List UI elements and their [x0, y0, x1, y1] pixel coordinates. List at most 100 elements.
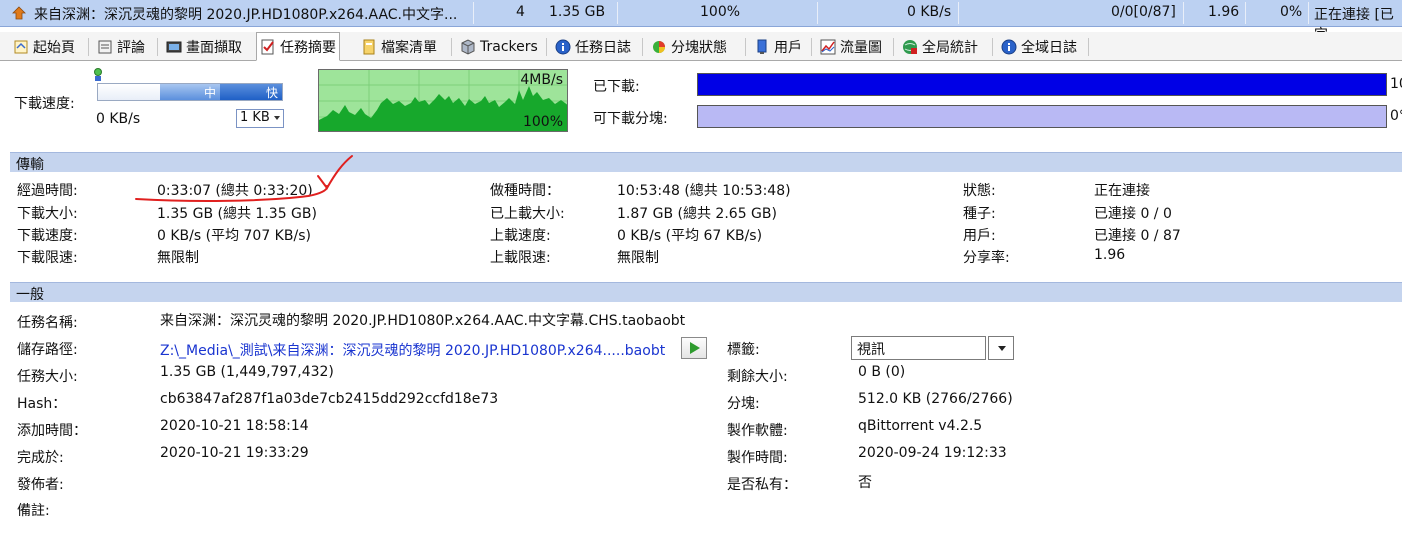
tab-label: 起始頁: [33, 40, 75, 56]
pieces-value: 512.0 KB (2766/2766): [858, 391, 1013, 407]
status-label: 狀態:: [963, 183, 996, 199]
traffic-chart-icon: [820, 39, 836, 55]
torrent-number: 4: [516, 4, 525, 20]
torrent-ratio: 1.96: [1208, 4, 1240, 20]
download-rate-label: 下載速度:: [17, 228, 78, 244]
speed-slider[interactable]: 中 快: [97, 83, 283, 101]
pieces-label: 分塊:: [727, 396, 760, 412]
upload-limit-value: 無限制: [617, 250, 659, 266]
seeds-label: 種子:: [963, 206, 996, 222]
save-path-link[interactable]: Z:\_Media\_測試\来自深渊：深沉灵魂的黎明 2020.JP.HD108…: [160, 340, 665, 360]
torrent-up-arrow-icon: [11, 5, 27, 25]
tab-global-log[interactable]: 全域日誌: [998, 35, 1080, 59]
download-speed-graph: 4MB/s 100%: [318, 69, 568, 132]
tag-value: 視訊: [857, 342, 885, 358]
task-size-label: 任務大小:: [17, 369, 78, 385]
slider-fast-label: 快: [266, 86, 279, 100]
status-value: 正在連接: [1094, 183, 1150, 199]
download-speed-label: 下載速度:: [14, 96, 75, 112]
peers-label: 用戶:: [963, 228, 996, 244]
upload-limit-label: 上載限速:: [490, 250, 551, 266]
tab-label: 全域日誌: [1021, 40, 1077, 56]
downloaded-progress-bar: [697, 73, 1387, 96]
tab-trackers[interactable]: Trackers: [457, 35, 541, 59]
tab-global-stats[interactable]: 全局統計: [899, 35, 981, 59]
tag-label: 標籤:: [727, 342, 760, 358]
remaining-size-label: 剩餘大小:: [727, 369, 788, 385]
trackers-icon: [460, 39, 476, 55]
publisher-label: 發佈者:: [17, 477, 64, 493]
tab-label: 任務摘要: [280, 39, 336, 56]
tab-file-list[interactable]: 檔案清單: [358, 35, 440, 59]
home-page-icon: [13, 39, 29, 55]
tab-task-summary[interactable]: 任務摘要: [256, 32, 340, 61]
upload-rate-label: 上載速度:: [490, 228, 551, 244]
comments-icon: [97, 39, 113, 55]
tab-start-page[interactable]: 起始頁: [10, 35, 78, 59]
torrent-size: 1.35 GB: [549, 4, 606, 20]
available-pieces-value: 0°: [1390, 108, 1402, 124]
tab-label: 檔案清單: [381, 40, 437, 56]
share-ratio-label: 分享率:: [963, 250, 1010, 266]
peers-icon: [754, 39, 770, 55]
private-label: 是否私有：: [727, 477, 797, 493]
task-name-label: 任務名稱:: [17, 315, 78, 331]
speed-limit-select[interactable]: 1 KB: [236, 109, 284, 128]
tab-label: 用戶: [774, 40, 802, 56]
hash-label: Hash：: [17, 396, 67, 412]
seeds-value: 已連接 0 / 0: [1094, 206, 1172, 222]
screenshot-icon: [166, 39, 182, 55]
global-stats-icon: [902, 39, 918, 55]
created-time-value: 2020-09-24 19:12:33: [858, 445, 1007, 461]
completed-time-value: 2020-10-21 19:33:29: [160, 445, 309, 461]
task-log-icon: [555, 39, 571, 55]
open-folder-button[interactable]: [681, 337, 707, 359]
chevron-down-icon: [274, 116, 280, 120]
general-section-header: 一般: [10, 282, 1402, 303]
torrent-speed: 0 KB/s: [907, 4, 952, 20]
task-size-value: 1.35 GB (1,449,797,432): [160, 364, 334, 380]
elapsed-time-label: 經過時間:: [17, 183, 78, 199]
available-pieces-bar: [697, 105, 1387, 128]
download-speed-value: 0 KB/s: [96, 111, 141, 127]
notes-label: 備註:: [17, 503, 50, 519]
tab-screenshot[interactable]: 畫面擷取: [163, 35, 245, 59]
red-checkmark-annotation: [135, 155, 353, 202]
added-time-value: 2020-10-21 18:58:14: [160, 418, 309, 434]
tab-comments[interactable]: 評論: [94, 35, 148, 59]
task-name-value: 来自深渊：深沉灵魂的黎明 2020.JP.HD1080P.x264.AAC.中文…: [160, 313, 686, 329]
torrent-peers: 0/0[0/87]: [1111, 4, 1176, 20]
remaining-size-value: 0 B (0): [858, 364, 906, 380]
share-ratio-value: 1.96: [1094, 247, 1126, 263]
upload-rate-value: 0 KB/s (平均 67 KB/s): [617, 228, 763, 244]
tag-dropdown[interactable]: 視訊: [851, 336, 986, 360]
created-time-label: 製作時間:: [727, 450, 788, 466]
completed-time-label: 完成於:: [17, 450, 64, 466]
tag-dropdown-button[interactable]: [988, 336, 1014, 360]
uploaded-size-value: 1.87 GB (總共 2.65 GB): [617, 206, 777, 222]
downloaded-label: 已下載:: [593, 79, 640, 95]
file-list-icon: [361, 39, 377, 55]
tab-label: 畫面擷取: [186, 40, 242, 56]
torrent-percent: 0%: [1280, 4, 1303, 20]
detail-tab-bar: 起始頁 評論 畫面擷取 任務摘要 檔案清單 Trackers 任務日誌 分塊狀態…: [0, 32, 1402, 61]
created-by-label: 製作軟體:: [727, 423, 788, 439]
graph-percent-label: 100%: [522, 114, 563, 130]
tab-label: 分塊狀態: [671, 40, 727, 56]
download-rate-value: 0 KB/s (平均 707 KB/s): [157, 228, 311, 244]
tab-peers[interactable]: 用戶: [751, 35, 805, 59]
peers-value: 已連接 0 / 87: [1094, 228, 1181, 244]
chevron-down-icon: [998, 346, 1006, 351]
tab-piece-status[interactable]: 分塊狀態: [648, 35, 730, 59]
downloaded-percent-value: 10: [1390, 76, 1402, 92]
save-path-label: 儲存路徑:: [17, 342, 78, 358]
created-by-value: qBittorrent v4.2.5: [858, 418, 983, 434]
tab-traffic-chart[interactable]: 流量圖: [817, 35, 885, 59]
available-pieces-label: 可下載分塊:: [593, 111, 668, 127]
seeding-time-label: 做種時間：: [490, 183, 560, 199]
seeding-time-value: 10:53:48 (總共 10:53:48): [617, 183, 791, 199]
torrent-row[interactable]: 来自深渊：深沉灵魂的黎明 2020.JP.HD1080P.x264.AAC.中文…: [0, 0, 1402, 43]
slider-mid-label: 中: [204, 86, 217, 100]
added-time-label: 添加時間：: [17, 423, 87, 439]
tab-task-log[interactable]: 任務日誌: [552, 35, 634, 59]
